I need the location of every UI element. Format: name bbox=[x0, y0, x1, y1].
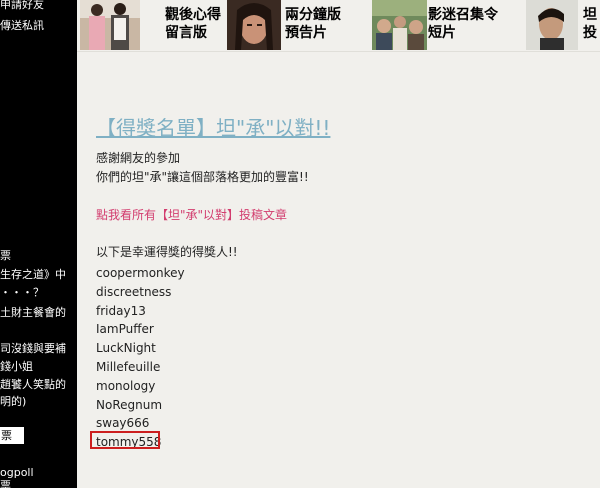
sidebar-vote-box[interactable]: 票 bbox=[0, 427, 24, 444]
winner-name: coopermonkey bbox=[96, 266, 185, 280]
actress-photo-thumbnail[interactable] bbox=[227, 0, 281, 50]
actor-photo-thumbnail[interactable] bbox=[526, 0, 578, 50]
highlight-box bbox=[90, 431, 160, 449]
winner-name: IamPuffer bbox=[96, 322, 154, 337]
banner-fan-short-link[interactable]: 影迷召集令 短片 bbox=[428, 6, 498, 42]
left-sidebar: 申請好友 傳送私訊 票 生存之道》中 ・・・？ 土財主餐會的 司沒錢與要補 錢小… bbox=[0, 0, 77, 488]
sidebar-link[interactable]: 土財主餐會的 bbox=[0, 306, 66, 319]
top-banner: 觀後心得 留言版 兩分鐘版 預告片 影迷召集令 短片 坦 投 bbox=[77, 0, 600, 52]
winners-intro: 以下是幸運得獎的得獎人!! bbox=[96, 245, 238, 259]
winners-list: coopermonkey discreetness friday13 IamPu… bbox=[96, 264, 185, 452]
winner-name: monology bbox=[96, 378, 156, 393]
sidebar-text: ・・・？ bbox=[0, 286, 44, 299]
view-all-submissions-link[interactable]: 點我看所有【坦"承"以對】投稿文章 bbox=[96, 208, 287, 223]
thanks-text: 感謝網友的參加 bbox=[96, 151, 181, 165]
winner-name: Millefeuille bbox=[96, 359, 161, 374]
winner-name: discreetness bbox=[96, 284, 172, 299]
banner-guestbook-link[interactable]: 觀後心得 留言版 bbox=[165, 6, 221, 42]
sidebar-text: 票 bbox=[0, 249, 11, 262]
banner-submit-link[interactable]: 坦 投 bbox=[583, 6, 597, 42]
sidebar-link[interactable]: 生存之道》中 bbox=[0, 268, 66, 281]
sidebar-send-message-link[interactable]: 傳送私訊 bbox=[0, 19, 44, 32]
group-photo-thumbnail[interactable] bbox=[372, 0, 427, 50]
winner-name: friday13 bbox=[96, 303, 146, 318]
sidebar-link[interactable]: 趙饕人笑點的 bbox=[0, 378, 66, 391]
sidebar-blogpoll-label: ogpoll bbox=[0, 466, 34, 479]
sidebar-add-friend-link[interactable]: 申請好友 bbox=[0, 0, 44, 11]
sidebar-text: 錢小姐 bbox=[0, 360, 33, 373]
sidebar-text: 明的) bbox=[0, 395, 27, 408]
couple-photo-thumbnail[interactable] bbox=[80, 0, 140, 50]
sidebar-text: 票 bbox=[0, 479, 11, 488]
thanks-text-2: 你們的坦"承"讓這個部落格更加的豐富!! bbox=[96, 170, 309, 184]
winner-name: NoRegnum bbox=[96, 397, 163, 412]
winner-name: LuckNight bbox=[96, 341, 156, 356]
post-title[interactable]: 【得獎名單】坦"承"以對!! bbox=[96, 112, 330, 141]
banner-trailer-link[interactable]: 兩分鐘版 預告片 bbox=[285, 6, 341, 42]
sidebar-link[interactable]: 司沒錢與要補 bbox=[0, 342, 66, 355]
